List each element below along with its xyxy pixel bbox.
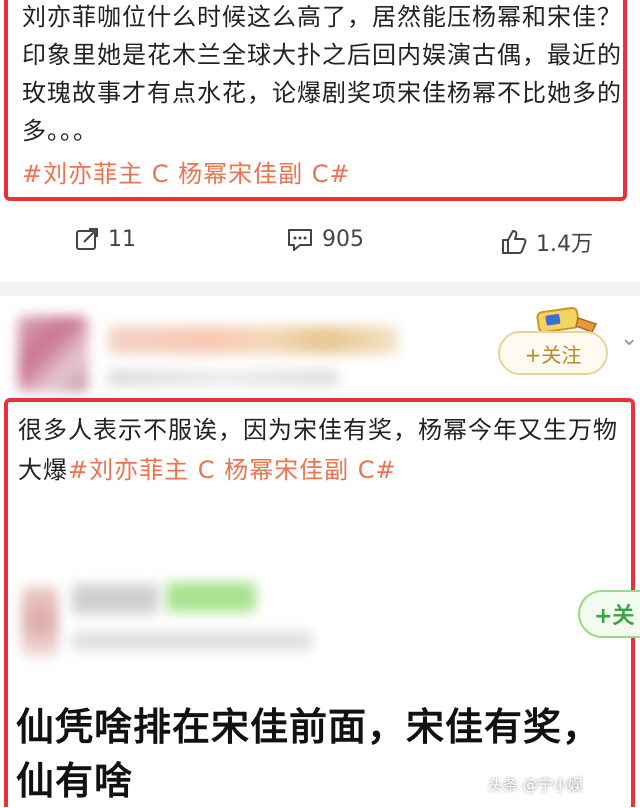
chevron-down-icon[interactable]: ⌄ [620,326,638,351]
repost-button[interactable]: 11 [74,226,136,252]
repost-icon [76,228,98,250]
blurred-meta [108,370,338,386]
like-count: 1.4万 [536,232,593,257]
post-1-body: 刘亦菲咖位什么时候这么高了，居然能压杨幂和宋佳？印象里她是花木兰全球大扑之后回内… [22,3,622,145]
follow-button[interactable]: +关注 [498,331,608,375]
post-2-text: 很多人表示不服诶，因为宋佳有奖，杨幂今年又生万物大爆#刘亦菲主 C 杨幂宋佳副 … [18,410,628,490]
repost-count: 11 [108,226,136,252]
post-1-text: 刘亦菲咖位什么时候这么高了，居然能压杨幂和宋佳？印象里她是花木兰全球大扑之后回内… [22,0,622,150]
embedded-line-1: 仙凭啥排在宋佳前面，宋佳有奖， [16,705,602,749]
comment-button[interactable]: 905 [286,226,364,252]
avatar[interactable] [18,316,88,392]
comment-icon [288,229,312,251]
inner-blurred-meta [72,632,312,650]
inner-blurred-name [72,584,158,614]
like-button[interactable]: 1.4万 [500,226,593,258]
watermark: 头条 @宁小娱 [488,774,583,795]
action-bar: 11 905 1.4万 [0,212,640,276]
watermark-text: 头条 @宁小娱 [488,776,583,794]
inner-avatar [22,586,58,656]
thumbs-up-icon [502,230,527,254]
inner-follow-button[interactable]: +关 [578,590,640,638]
inner-blurred-tag [166,582,256,612]
comment-count: 905 [322,226,364,252]
post-2-hashtag[interactable]: #刘亦菲主 C 杨幂宋佳副 C# [68,456,397,484]
post-1-hashtag[interactable]: #刘亦菲主 C 杨幂宋佳副 C# [22,154,351,189]
post-card-1: 刘亦菲咖位什么时候这么高了，居然能压杨幂和宋佳？印象里她是花木兰全球大扑之后回内… [4,0,627,201]
blurred-username[interactable] [108,326,398,354]
section-divider [0,282,640,296]
